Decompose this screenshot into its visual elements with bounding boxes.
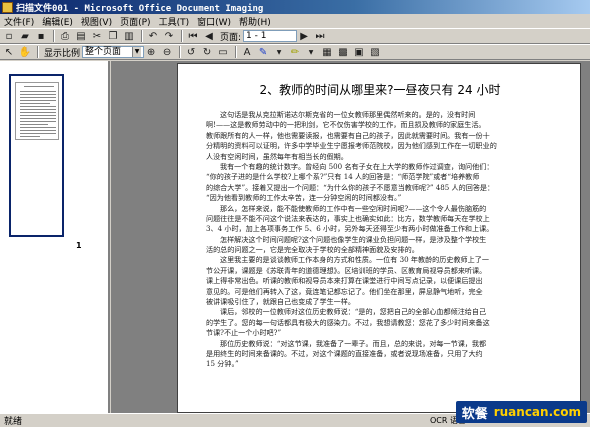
document-line: 的综合大学”。接着又提出一个问题：“为什么你的孩子不愿意当教师呢?” 485 人… — [206, 182, 495, 192]
paste-icon[interactable]: ▥ — [122, 30, 136, 43]
zoom-in-icon[interactable]: ⊕ — [144, 46, 158, 59]
watermark-cn: 软餐 — [461, 406, 488, 422]
document-line: 被讲课吸引住了，就跟自己也变成了学生一样。 — [206, 297, 355, 307]
document-line: 意见的。可是他们再转入了这，竟连笔记都忘记了。他们坐在那里，屏息静气地听，完全 — [206, 286, 483, 296]
toolbar-separator — [37, 46, 39, 58]
page-number-field[interactable]: 1 - 1 — [243, 30, 298, 42]
page-thumbnail[interactable] — [9, 74, 64, 237]
redo-icon[interactable]: ↷ — [162, 30, 176, 43]
site-watermark: 软餐 ruancan.com — [455, 401, 587, 423]
document-line: 这里我主要的是谈谈教师工作本身的方式和性质。一位有 30 年教龄的历史教师上了一 — [220, 255, 489, 265]
menu-view[interactable]: 视图(V) — [77, 15, 116, 28]
document-line: 课后，邻校的一位教师对这位历史教师说：“是的，您把自己的全部心血都倾注给自己 — [220, 307, 487, 317]
open-folder-icon[interactable]: ▰ — [18, 30, 32, 43]
thumbnail-page-number: 1 — [76, 241, 82, 250]
zoom-label: 显示比例 — [44, 48, 81, 59]
thumbnail-page-preview — [15, 82, 59, 140]
menu-help[interactable]: 帮助(H) — [235, 15, 275, 28]
toolbar-separator — [181, 30, 183, 42]
highlighter-options-icon[interactable]: ▼ — [304, 46, 318, 59]
document-line: 我有一个有趣的统计数字。曾经向 500 名有子女在上大学的教师作过调查，询问他们… — [220, 161, 494, 171]
document-line: “你的孩子进的是什么学校?上哪个系?”只有 14 人的回答是：“师范学院”或者“… — [206, 172, 480, 182]
rotate-left-icon[interactable]: ↺ — [184, 46, 198, 59]
recognize-text-icon[interactable]: ▧ — [368, 46, 382, 59]
zoom-out-icon[interactable]: ⊖ — [160, 46, 174, 59]
document-page: 2、教师的时间从哪里来?一昼夜只有 24 小时 这句话是我从克拉斯诺达尔斯克省的… — [177, 63, 581, 413]
document-line: 教师跟所有的人一样，他也需要读报，也需要有自己的孩子，因此就需要时间。我有一份十 — [206, 130, 490, 140]
menu-tools[interactable]: 工具(T) — [155, 15, 194, 28]
document-line: 3、4 小时，加上各项事务工作 5、6 小时，另外每天还得至少有两小时做准备工作… — [206, 224, 494, 234]
pen-options-icon[interactable]: ▼ — [272, 46, 286, 59]
thumbnail-pane: 1 — [0, 61, 110, 413]
status-text: 就绪 — [4, 417, 23, 427]
next-page-icon[interactable]: ▶ — [297, 30, 311, 43]
chevron-down-icon: ▼ — [132, 47, 142, 57]
document-line: 节课?不止一个小时吧?” — [206, 328, 282, 338]
zoom-select[interactable]: 整个页面 ▼ — [82, 46, 145, 58]
page-label: 页面: — [220, 32, 242, 43]
window-title: 扫描文件001 - Microsoft Office Document Imag… — [16, 3, 264, 14]
pan-hand-icon[interactable]: ✋ — [18, 46, 32, 59]
menu-window[interactable]: 窗口(W) — [193, 15, 235, 28]
title-bar: 扫描文件001 - Microsoft Office Document Imag… — [0, 0, 590, 14]
zoom-value: 整个页面 — [85, 47, 122, 57]
document-line: 节公开课，课题是《苏联青年的道德理想》。区培训班的学员、区教育局视导员都来听课。 — [206, 265, 487, 275]
rotate-right-icon[interactable]: ↻ — [200, 46, 214, 59]
annotation-toggle-icon[interactable]: ▣ — [352, 46, 366, 59]
document-line: 分精明的资料可以证明，许多中学毕业生宁愿报考师范院校，因为他们感到工作在一切职业… — [206, 141, 497, 151]
document-line: 是用终生的时间来备课的。不过，对这个课题的直接准备，或者说现场准备，只用了大约 — [206, 348, 483, 358]
select-pointer-icon[interactable]: ↖ — [2, 46, 16, 59]
document-line: 怎样解决这个时间问题呢?这个问题也像学生的课业负担问题一样，是涉及整个学校生 — [220, 234, 487, 244]
pen-icon[interactable]: ✎ — [256, 46, 270, 59]
page-number-value: 1 - 1 — [246, 31, 267, 41]
new-document-icon[interactable]: ▫ — [2, 30, 16, 43]
highlighter-icon[interactable]: ✏ — [288, 46, 302, 59]
save-icon[interactable]: ▪ — [34, 30, 48, 43]
toolbar-separator — [53, 30, 55, 42]
document-line: 活的总的问题之一，它是完全取决于学校的全部精神面貌及安排的。 — [206, 245, 419, 255]
standard-toolbar: ▫ ▰ ▪ ⎙ ▤ ✂ ❐ ▥ ↶ ↷ ⏮ ◀ 页面: 1 - 1 ▶ ⏭ — [0, 28, 590, 44]
document-line: 这句话是我从克拉斯诺达尔斯克省的一位女教师那里偶然听来的。是的，没有时间 — [220, 110, 476, 119]
first-page-icon[interactable]: ⏮ — [186, 30, 200, 43]
menu-bar: 文件(F) 编辑(E) 视图(V) 页面(P) 工具(T) 窗口(W) 帮助(H… — [0, 14, 590, 28]
insert-picture-icon[interactable]: ▩ — [336, 46, 350, 59]
select-text-icon[interactable]: A — [240, 46, 254, 59]
menu-file[interactable]: 文件(F) — [0, 15, 38, 28]
cut-icon[interactable]: ✂ — [90, 30, 104, 43]
toolbar-separator — [141, 30, 143, 42]
previous-page-icon[interactable]: ◀ — [202, 30, 216, 43]
watermark-en: ruancan.com — [493, 405, 581, 419]
document-line: 人没有空闲时间，虽然每年有相当长的假期。 — [206, 151, 348, 161]
copy-icon[interactable]: ❐ — [106, 30, 120, 43]
print-icon[interactable]: ⎙ — [58, 30, 72, 43]
document-line: 的学生了。您的每一句话都具有极大的感染力。不过，我想请教您：您花了多少时间来备这 — [206, 317, 490, 327]
menu-page[interactable]: 页面(P) — [116, 15, 154, 28]
document-heading: 2、教师的时间从哪里来?一昼夜只有 24 小时 — [259, 83, 501, 97]
undo-icon[interactable]: ↶ — [146, 30, 160, 43]
text-box-icon[interactable]: ▦ — [320, 46, 334, 59]
document-line: 问题往往是不能不问这个说法来表达的，事实上也确实如此：比方，数学教师每天在学校上 — [206, 213, 490, 223]
menu-edit[interactable]: 编辑(E) — [38, 15, 77, 28]
app-icon — [2, 1, 13, 13]
document-line: 那位历史教师说：“对这节课，我准备了一辈子。而且，总的来说，对每一节课，我都 — [220, 338, 487, 348]
document-body: 这句话是我从克拉斯诺达尔斯克省的一位女教师那里偶然听来的。是的，没有时间 啊!——… — [206, 110, 562, 370]
document-line: 啊!——这是教师劳动中的一把利剑，它不仅伤害学校的工作，而且损及教师的家庭生活。 — [206, 120, 486, 130]
scan-icon[interactable]: ▤ — [74, 30, 88, 43]
document-line: 那么，怎样来说，能不能使教师的工作中有一些空闲时间呢?——这个令人最伤脑筋的 — [220, 203, 487, 213]
document-line: 15 分钟。” — [206, 359, 239, 369]
last-page-icon[interactable]: ⏭ — [313, 30, 327, 43]
reading-view-icon[interactable]: ▭ — [216, 46, 230, 59]
document-view[interactable]: 2、教师的时间从哪里来?一昼夜只有 24 小时 这句话是我从克拉斯诺达尔斯克省的… — [111, 61, 590, 413]
document-line: 课上得非常出色。听课的教师和视导员本来打算在课堂进行中间写点记录，以便课后提出 — [206, 276, 483, 286]
toolbar-separator — [179, 46, 182, 58]
toolbar-separator — [235, 46, 238, 58]
annotation-toolbar: ↖ ✋ 显示比例 整个页面 ▼ ⊕ ⊖ ↺ ↻ ▭ A ✎ ▼ ✏ ▼ ▦ ▩ … — [0, 44, 590, 60]
document-line: “因为他看到教师的工作太辛苦，连一分钟空闲的时间都没有。” — [206, 193, 402, 203]
